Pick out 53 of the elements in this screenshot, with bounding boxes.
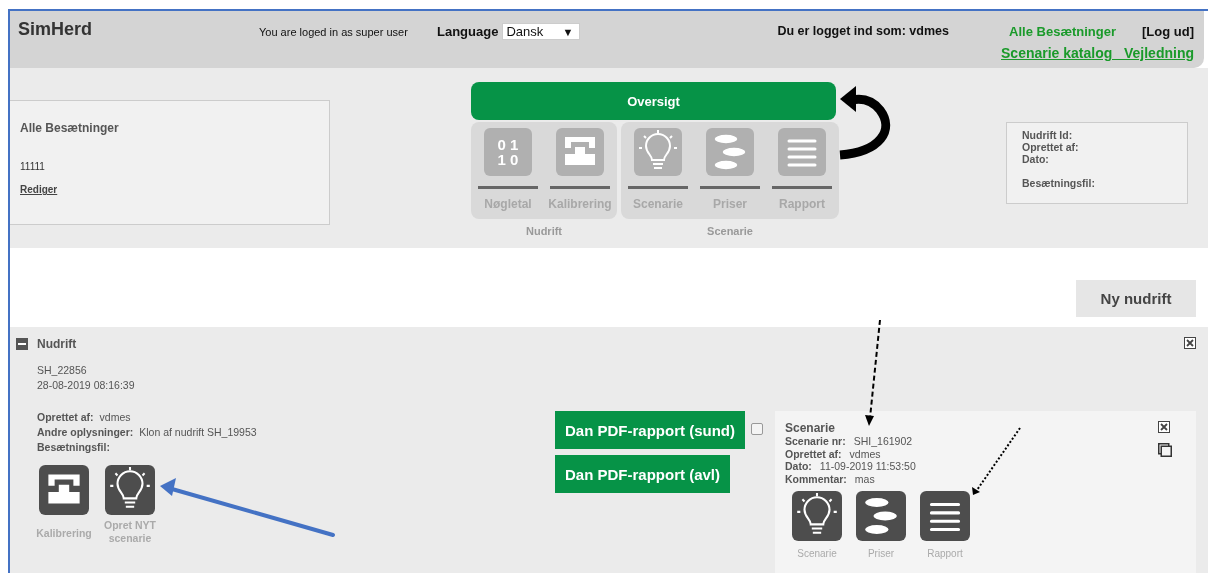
new-nudrift-button[interactable]: Ny nudrift [1076,280,1196,317]
info-label: Dato: [1022,153,1050,165]
pdf-report-button[interactable]: Dan PDF-rapport (avl) [555,455,730,493]
field-text: Oprettet af: vdmes [785,447,882,460]
field-text: Dato: 11-09-2019 11:53:50 [785,460,917,473]
list-icon [920,491,970,541]
coin-stack-icon [706,128,754,176]
dotted-arrow [972,427,1021,495]
light-bulb-icon [634,128,682,176]
light-bulb-icon [792,491,842,541]
close-icon[interactable] [1158,421,1170,433]
field-text: Scenarie nr: SHI_161902 [785,435,914,448]
light-bulb-icon [105,465,155,515]
scale-icon [556,128,604,176]
field-text: Oprettet af: vdmes [37,410,132,425]
nudrift-id: SH_22856 [37,363,88,378]
language-select[interactable]: Dansk ▼ [502,23,581,40]
copy-icon[interactable] [1158,443,1172,457]
group-label: Scenarie [707,225,753,237]
logout-link[interactable]: [Log ud] [1142,24,1194,39]
nudrift-date: 28-08-2019 08:16:39 [37,378,136,393]
info-label: Besætningsfil: [1022,177,1096,189]
herd-number: 11111 [20,161,45,172]
checkbox[interactable] [751,423,763,435]
section-title: Nudrift [37,337,77,351]
action-button[interactable]: Scenarie [792,491,842,560]
pdf-report-button[interactable]: Dan PDF-rapport (sund) [555,411,745,449]
field-text: Kommentar: mas [785,472,876,485]
login-note: You are loged in as super user [259,26,409,40]
binary-digits-icon: 0 1 1 0 [484,128,532,176]
list-icon [778,128,826,176]
logo: SimHerd [18,19,94,41]
action-button[interactable]: Rapport [920,491,970,560]
collapse-icon[interactable] [16,338,28,350]
info-label: Nudrift Id: [1022,129,1074,141]
action-button[interactable]: Priser [856,491,906,560]
action-button[interactable]: Kalibrering [37,465,91,545]
field-text: Besætningsfil: [37,440,111,455]
card-title: Scenarie [785,421,837,435]
scale-icon [39,465,89,515]
edit-link[interactable]: Rediger [20,184,58,195]
overview-tab[interactable]: Oversigt [471,82,836,120]
user-label: Du er logget ind som: vdmes [777,24,950,40]
field-text: Andre oplysninger: Klon af nudrift SH_19953 [37,425,258,440]
card-title: Alle Besætninger [20,121,119,135]
close-icon[interactable] [1184,337,1196,349]
action-button[interactable]: Opret NYT scenarie [103,465,157,545]
herds-link[interactable]: Alle Besætninger [1009,24,1116,39]
coin-stack-icon [856,491,906,541]
language-label: Language [437,24,499,41]
group-label: Nudrift [525,225,562,237]
catalog-link[interactable]: Scenarie katalog _Vejledning [1001,45,1194,61]
info-label: Oprettet af: [1022,141,1080,153]
